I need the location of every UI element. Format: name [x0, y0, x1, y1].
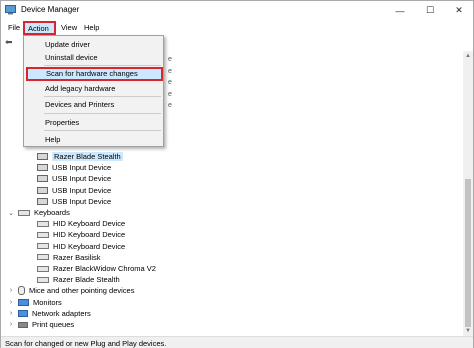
menu-action[interactable]: Action [23, 21, 56, 35]
keyboard-category-icon [18, 209, 30, 216]
expand-chevron-icon[interactable]: ⌄ [7, 209, 15, 217]
tree-row[interactable]: USB Input Device [37, 162, 111, 173]
tree-row[interactable]: ⌄ Keyboards [7, 207, 70, 218]
collapse-chevron-icon[interactable]: › [7, 310, 15, 317]
keyboard-icon [37, 231, 49, 238]
tree-row[interactable]: USB Input Device [37, 185, 111, 196]
scroll-up-icon[interactable]: ▲ [463, 51, 473, 61]
hid-icon [37, 153, 48, 160]
menu-item-add-legacy-hardware[interactable]: Add legacy hardware [24, 82, 163, 95]
menu-separator [44, 96, 161, 97]
menu-item-scan-for-hardware-changes[interactable]: Scan for hardware changes [26, 67, 163, 81]
tree-row[interactable]: Razer BlackWidow Chroma V2 [37, 263, 156, 274]
tree-row-label: Razer Blade Stealth [53, 275, 120, 285]
hid-icon [37, 197, 48, 205]
status-text: Scan for changed or new Plug and Play de… [5, 339, 167, 348]
tree-row-label: Razer Blade Stealth [52, 152, 123, 161]
keyboard-icon [37, 254, 49, 261]
vertical-scrollbar[interactable]: ▲ ▼ [463, 51, 473, 336]
tree-row[interactable]: USB Input Device [37, 173, 111, 184]
menu-separator [44, 65, 161, 66]
tree-row-label: HID Keyboard Device [53, 230, 126, 240]
scroll-down-icon[interactable]: ▼ [463, 326, 473, 336]
tree-row-label: USB Input Device [52, 185, 112, 195]
tree-row-label: HID Keyboard Device [53, 241, 126, 251]
tree-row[interactable]: Razer Blade Stealth [37, 274, 120, 285]
back-arrow-icon[interactable]: ⬅ [5, 37, 13, 48]
tree-peek-text: e [168, 79, 172, 86]
status-bar: Scan for changed or new Plug and Play de… [1, 336, 473, 348]
tree-row[interactable]: › Network adapters [7, 308, 91, 319]
tree-row-label: Razer BlackWidow Chroma V2 [53, 264, 156, 273]
menu-separator [44, 130, 161, 131]
maximize-button[interactable]: ☐ [415, 1, 445, 20]
tree-row-label: USB Input Device [52, 174, 112, 184]
device-manager-window: Device Manager — ☐ ✕ File Action View He… [0, 0, 474, 348]
tree-row-label: USB Input Device [52, 163, 112, 173]
menu-item-properties[interactable]: Properties [24, 116, 163, 129]
tree-row-label: HID Keyboard Device [53, 219, 126, 229]
tree-row[interactable]: Razer Basilisk [37, 252, 101, 263]
menu-file[interactable]: File [5, 22, 23, 34]
tree-peek-text: e [168, 91, 172, 98]
tree-row-label: Network adapters [32, 308, 91, 318]
device-manager-app-icon [5, 5, 16, 15]
collapse-chevron-icon[interactable]: › [7, 321, 15, 328]
tree-row[interactable]: › Monitors [7, 297, 62, 308]
tree-row[interactable]: HID Keyboard Device [37, 229, 125, 240]
menu-item-help[interactable]: Help [24, 133, 163, 146]
menu-item-devices-and-printers[interactable]: Devices and Printers [24, 98, 163, 111]
menu-item-update-driver[interactable]: Update driver [24, 38, 163, 51]
keyboard-icon [37, 220, 49, 227]
tree-row[interactable]: HID Keyboard Device [37, 241, 125, 252]
tree-row-label: Mice and other pointing devices [29, 286, 135, 296]
tree-row[interactable]: › Print queues [7, 319, 74, 330]
network-adapter-icon [18, 309, 28, 317]
tree-row-label: Razer Basilisk [53, 252, 101, 262]
menu-bar: File Action View Help [1, 20, 473, 35]
collapse-chevron-icon[interactable]: › [7, 287, 15, 294]
tree-row-label: USB Input Device [52, 196, 112, 206]
keyboard-icon [37, 243, 49, 250]
tree-row[interactable]: USB Input Device [37, 196, 111, 207]
tree-row-label: Monitors [33, 297, 62, 307]
collapse-chevron-icon[interactable]: › [7, 299, 15, 306]
menu-help[interactable]: Help [81, 22, 102, 34]
tree-peek-text: e [168, 68, 172, 75]
tree-row[interactable]: › Mice and other pointing devices [7, 285, 134, 296]
printer-icon [18, 321, 28, 328]
hid-icon [37, 175, 48, 183]
tree-peek-text: e [168, 102, 172, 109]
hid-icon [37, 186, 48, 194]
tree-row[interactable]: HID Keyboard Device [37, 218, 125, 229]
action-dropdown-menu: Update driver Uninstall device Scan for … [23, 35, 164, 147]
menu-item-uninstall-device[interactable]: Uninstall device [24, 51, 163, 64]
close-button[interactable]: ✕ [444, 1, 474, 20]
tree-row-label: Print queues [32, 320, 75, 329]
menu-separator [44, 113, 161, 114]
scrollbar-thumb[interactable] [465, 179, 471, 327]
monitor-icon [18, 298, 29, 306]
title-bar: Device Manager — ☐ ✕ [1, 1, 473, 20]
tree-row-label: Keyboards [34, 208, 70, 217]
tree-row[interactable]: Razer Blade Stealth [37, 151, 123, 162]
tree-peek-text: e [168, 56, 172, 63]
mouse-icon [18, 286, 25, 296]
keyboard-icon [37, 265, 49, 272]
window-title: Device Manager [21, 5, 80, 14]
keyboard-icon [37, 276, 49, 283]
menu-view[interactable]: View [58, 22, 80, 34]
minimize-button[interactable]: — [385, 1, 415, 20]
hid-icon [37, 164, 48, 172]
